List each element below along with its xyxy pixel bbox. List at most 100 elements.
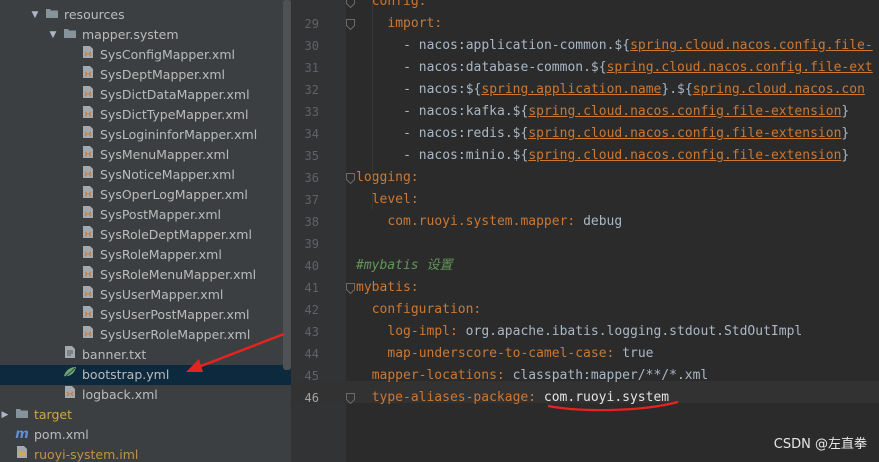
- code-token: - nacos:${: [403, 82, 482, 97]
- tree-item[interactable]: SysMenuMapper.xml: [0, 145, 291, 165]
- xml-file-icon: [82, 185, 94, 205]
- tree-item-label: SysUserPostMapper.xml: [100, 307, 250, 322]
- code-token: }: [841, 126, 850, 141]
- code-line: - nacos:minio.${spring.cloud.nacos.confi…: [403, 145, 849, 167]
- xml-file-icon: [82, 245, 94, 265]
- line-number: 42: [304, 303, 319, 317]
- project-tree: ▼ resources ▼ mapper.system SysConfigMapper.…: [0, 0, 291, 462]
- xml-file-icon: [82, 225, 94, 245]
- tree-item[interactable]: SysConfigMapper.xml: [0, 45, 291, 65]
- tree-item[interactable]: SysOperLogMapper.xml: [0, 185, 291, 205]
- code-line: - nacos:${spring.application.name}.${spr…: [403, 79, 865, 101]
- tree-item[interactable]: banner.txt: [0, 345, 291, 365]
- code-line: log-impl: org.apache.ibatis.logging.stdo…: [387, 321, 802, 343]
- line-number: 44: [304, 347, 319, 361]
- line-number: 36: [304, 171, 319, 185]
- tree-item-label: SysRoleMapper.xml: [100, 247, 222, 262]
- line-number: 46: [304, 391, 319, 405]
- tree-item[interactable]: SysRoleDeptMapper.xml: [0, 225, 291, 245]
- fold-marker-icon[interactable]: [344, 167, 356, 189]
- tree-item[interactable]: SysNoticeMapper.xml: [0, 165, 291, 185]
- fold-marker-icon[interactable]: [344, 277, 356, 299]
- code-line: type-aliases-package: com.ruoyi.system: [372, 387, 669, 409]
- tree-item-label: ruoyi-system.iml: [34, 447, 139, 462]
- fold-marker-icon[interactable]: [344, 0, 356, 13]
- code-line: - nacos:application-common.${spring.clou…: [403, 35, 873, 57]
- code-token: mapper-locations:: [371, 368, 505, 383]
- code-line: import:: [387, 13, 442, 35]
- tree-item[interactable]: SysDictDataMapper.xml: [0, 85, 291, 105]
- xml-file-icon: [82, 165, 94, 185]
- fold-marker-icon[interactable]: [344, 13, 356, 35]
- folder-icon: [63, 25, 77, 45]
- code-value: spring.cloud.nacos.config.file-extension: [528, 148, 842, 163]
- code-value: spring.application.name: [481, 82, 662, 97]
- tree-item[interactable]: SysRoleMapper.xml: [0, 245, 291, 265]
- code-line: map-underscore-to-camel-case: true: [387, 343, 653, 365]
- tree-item[interactable]: m pom.xml: [0, 425, 291, 445]
- tree-item[interactable]: ▼ resources: [0, 5, 291, 25]
- code-line: com.ruoyi.system.mapper: debug: [387, 211, 622, 233]
- text-file-icon: [64, 345, 76, 365]
- tree-item[interactable]: SysUserPostMapper.xml: [0, 305, 291, 325]
- tree-item[interactable]: logback.xml: [0, 385, 291, 405]
- xml-file-icon: [82, 65, 94, 85]
- tree-item-label: banner.txt: [82, 347, 147, 362]
- tree-item-label: SysPostMapper.xml: [100, 207, 222, 222]
- tree-item-label: SysConfigMapper.xml: [100, 47, 235, 62]
- code-line: - nacos:kafka.${spring.cloud.nacos.confi…: [403, 101, 849, 123]
- code-value: spring.cloud.nacos.config.file-extension: [528, 126, 842, 141]
- tree-item-label: SysMenuMapper.xml: [100, 147, 230, 162]
- folder-icon: [15, 405, 29, 425]
- code-token: - nacos:application-common.${: [403, 38, 631, 53]
- xml-file-icon: [82, 265, 94, 285]
- xml-file-icon: [82, 325, 94, 345]
- code-token: mybatis:: [356, 280, 419, 295]
- xml-file-icon: [82, 45, 94, 65]
- tree-item-label: logback.xml: [82, 387, 158, 402]
- tree-item[interactable]: SysUserMapper.xml: [0, 285, 291, 305]
- tree-item-label: resources: [64, 7, 125, 22]
- line-number: 41: [304, 281, 319, 295]
- tree-item[interactable]: SysRoleMenuMapper.xml: [0, 265, 291, 285]
- code-value: spring.cloud.nacos.config.file-extension: [528, 104, 842, 119]
- code-token: com.ruoyi.system.mapper:: [387, 214, 576, 229]
- tree-item[interactable]: SysPostMapper.xml: [0, 205, 291, 225]
- line-number: 29: [304, 17, 319, 31]
- tree-item[interactable]: SysDeptMapper.xml: [0, 65, 291, 85]
- code-value: true: [622, 346, 654, 361]
- code-token: - nacos:redis.${: [403, 126, 529, 141]
- code-value: classpath:mapper/**/*.xml: [512, 368, 709, 383]
- chevron-down-icon[interactable]: ▼: [30, 5, 40, 25]
- yaml-file-icon: [63, 365, 77, 385]
- indent-guide: [372, 190, 373, 210]
- tree-item[interactable]: bootstrap.yml: [0, 365, 291, 385]
- tree-item[interactable]: SysUserRoleMapper.xml: [0, 325, 291, 345]
- tree-item[interactable]: SysLogininforMapper.xml: [0, 125, 291, 145]
- watermark: CSDN @左直拳: [773, 437, 867, 452]
- code-value: com.ruoyi.system: [543, 390, 670, 405]
- code-line: config:: [372, 0, 427, 13]
- project-tree-scrollbar[interactable]: [283, 0, 291, 370]
- code-token: }: [841, 148, 850, 163]
- tree-item[interactable]: ▼ mapper.system: [0, 25, 291, 45]
- fold-marker-icon[interactable]: [344, 387, 356, 409]
- line-number: 40: [304, 259, 319, 273]
- xml-file-icon: [82, 105, 94, 125]
- tree-item-label: SysDictTypeMapper.xml: [100, 107, 249, 122]
- code-value: spring.cloud.nacos.con: [692, 82, 865, 97]
- indent-guide: [372, 0, 373, 180]
- line-number: [292, 0, 319, 13]
- tree-item[interactable]: ▶ target: [0, 405, 291, 425]
- tree-item[interactable]: ruoyi-system.iml: [0, 445, 291, 462]
- xml-file-icon: [82, 305, 94, 325]
- tree-item[interactable]: SysDictTypeMapper.xml: [0, 105, 291, 125]
- tree-item-label: mapper.system: [82, 27, 179, 42]
- xml-file-icon: [82, 205, 94, 225]
- tree-item-label: SysUserRoleMapper.xml: [100, 327, 251, 342]
- chevron-right-icon[interactable]: ▶: [0, 405, 10, 425]
- xml-file-icon: [82, 125, 94, 145]
- xml-file-icon: [64, 385, 76, 405]
- chevron-down-icon[interactable]: ▼: [48, 25, 58, 45]
- code-line: - nacos:redis.${spring.cloud.nacos.confi…: [403, 123, 849, 145]
